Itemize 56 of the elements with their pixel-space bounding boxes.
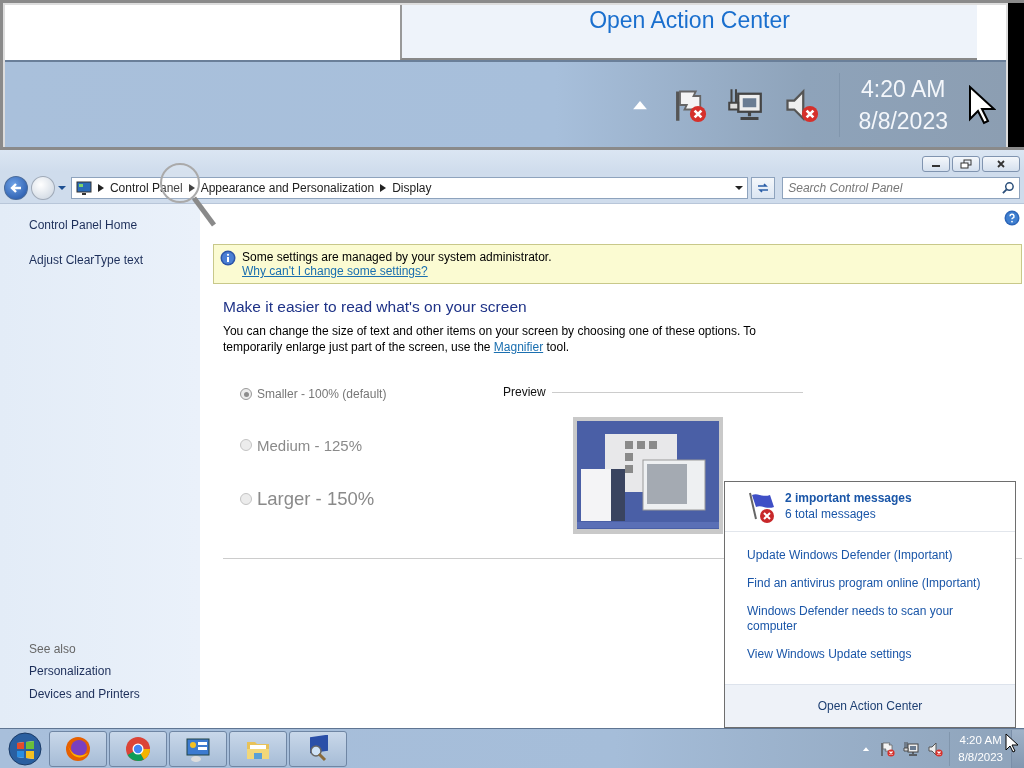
taskbar-button[interactable]: [289, 730, 347, 767]
refresh-icon: [756, 180, 771, 195]
back-button[interactable]: [4, 175, 28, 200]
restore-button[interactable]: [952, 156, 980, 172]
start-button[interactable]: [7, 730, 43, 767]
message-link[interactable]: Update Windows Defender (Important): [747, 548, 992, 563]
monitor-icon: [75, 179, 92, 196]
chevron-icon[interactable]: [188, 183, 195, 192]
refresh-button[interactable]: [751, 176, 776, 199]
search-icon[interactable]: [1002, 180, 1015, 194]
taskbar-button[interactable]: [169, 730, 227, 767]
magnifier-link[interactable]: Magnifier: [493, 340, 544, 354]
caret-icon: [57, 184, 66, 191]
sidebar-link[interactable]: Control Panel Home: [29, 218, 200, 232]
chevron-icon[interactable]: [380, 183, 387, 192]
breadcrumb-item[interactable]: Appearance and Personalization: [200, 180, 375, 195]
preview-label: Preview: [503, 385, 546, 399]
message-link[interactable]: View Windows Update settings: [747, 647, 992, 662]
speaker-icon[interactable]: [927, 740, 944, 757]
minimize-button[interactable]: [922, 156, 950, 172]
sidebar-link[interactable]: Devices and Printers: [29, 687, 200, 701]
chevron-icon[interactable]: [97, 183, 104, 192]
help-icon[interactable]: [1004, 210, 1020, 226]
message-link[interactable]: Windows Defender needs to scan your computer: [747, 604, 992, 634]
cursor-icon: [968, 84, 996, 125]
info-icon: [220, 250, 236, 266]
page-heading: Make it easier to read what's on your screen: [223, 298, 528, 316]
taskbar-button[interactable]: [229, 730, 287, 767]
firefox-icon: [64, 734, 92, 763]
taskbar-button[interactable]: [49, 730, 107, 767]
network-icon[interactable]: [727, 86, 764, 123]
action-center-link[interactable]: Open Action Center: [589, 7, 790, 34]
sidebar-link[interactable]: Personalization: [29, 664, 200, 678]
close-icon: [996, 159, 1006, 169]
dropdown-icon[interactable]: [735, 184, 744, 191]
search-field[interactable]: Search Control Panel: [782, 176, 1020, 199]
network-icon[interactable]: [903, 740, 920, 757]
restore-icon: [960, 159, 972, 169]
address-bar[interactable]: Control Panel Appearance and Personalization Display: [70, 176, 749, 199]
flag-icon[interactable]: [879, 740, 896, 757]
breadcrumb-item[interactable]: Display: [392, 180, 432, 195]
action-center-link[interactable]: Open Action Center: [817, 699, 923, 713]
close-button[interactable]: [982, 156, 1020, 172]
chrome-icon: [124, 734, 152, 763]
see-also-heading: See also: [29, 642, 77, 656]
message-link[interactable]: Find an antivirus program online (Important): [747, 576, 992, 591]
breadcrumb-item[interactable]: Control Panel: [109, 180, 183, 195]
message-count[interactable]: 6 total messages: [785, 506, 912, 522]
notice-text: Some settings are managed by your system administrator.: [242, 250, 552, 264]
cursor-icon: [1005, 733, 1019, 753]
taskbar-button[interactable]: [109, 730, 167, 767]
description-text: You can change the size of text and other items on your screen by choosing one of these options. To temporarily enlarge just part of the screen, use the Magnifier tool.: [223, 323, 757, 355]
arrow-left-icon: [9, 180, 23, 195]
sidebar-link[interactable]: Adjust ClearType text: [29, 253, 200, 267]
help-link[interactable]: Why can't I change some settings?: [242, 264, 552, 278]
message-summary[interactable]: 2 important messages: [785, 490, 912, 506]
